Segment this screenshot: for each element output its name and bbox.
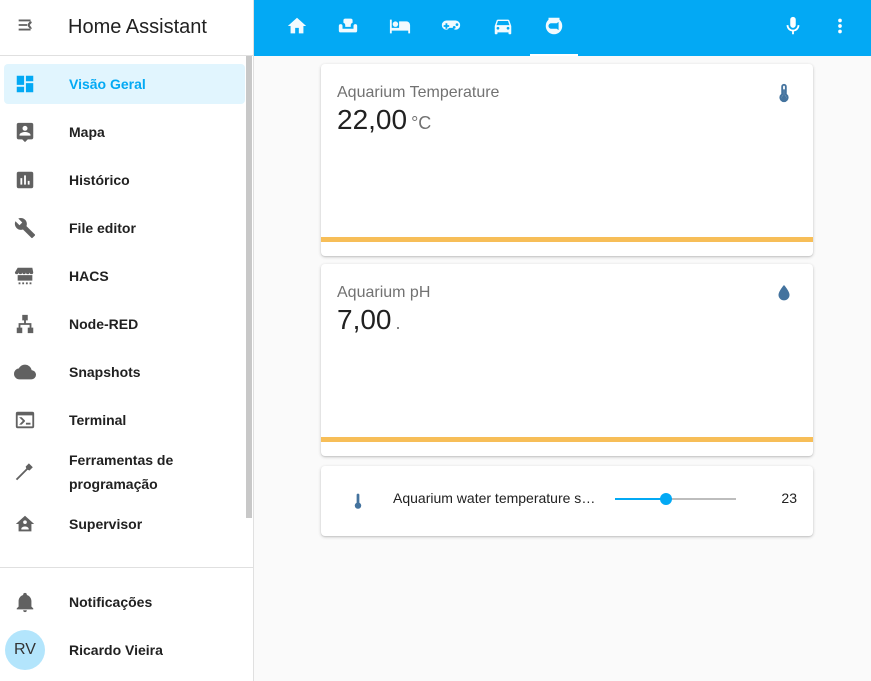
sidebar-item-label: Mapa <box>69 124 105 140</box>
sidebar-item-hacs[interactable]: HACS <box>4 256 245 296</box>
card-value: 22,00 °C <box>337 104 431 136</box>
sidebar-item-node-red[interactable]: Node-RED <box>4 304 245 344</box>
sidebar-item-notifications[interactable]: Notificações <box>4 582 245 622</box>
sidebar-divider <box>0 567 253 568</box>
sidebar-item-label: Histórico <box>69 172 130 188</box>
graph-bar <box>321 237 813 242</box>
sofa-icon <box>337 15 359 42</box>
sidebar-item-profile[interactable]: RV Ricardo Vieira <box>4 630 245 670</box>
sensor-value: 22,00 <box>337 104 408 135</box>
sensor-card-ph[interactable]: Aquarium pH 7,00. <box>321 264 813 456</box>
hacs-store-icon <box>4 265 46 287</box>
sidebar-item-label: Ferramentas de programação <box>69 452 174 492</box>
setpoint-value: 23 <box>781 490 797 506</box>
terminal-icon <box>4 409 46 431</box>
wrench-icon <box>4 217 46 239</box>
card-value: 7,00. <box>337 304 401 336</box>
setpoint-card: Aquarium water temperature setpoint 23 <box>321 466 813 536</box>
hammer-icon <box>4 461 46 483</box>
tab-garage[interactable] <box>479 0 527 56</box>
tab-aquarium[interactable] <box>530 0 578 56</box>
sidebar-item-overview[interactable]: Visão Geral <box>4 64 245 104</box>
tab-bedroom[interactable] <box>376 0 424 56</box>
thermometer-icon <box>347 490 369 517</box>
sidebar-item-label: Node-RED <box>69 316 139 332</box>
sensor-unit: °C <box>411 113 432 133</box>
top-bar <box>254 0 871 56</box>
sensor-value: 7,00 <box>337 304 392 335</box>
tab-home[interactable] <box>273 0 321 56</box>
bed-icon <box>389 15 411 42</box>
sidebar-item-terminal[interactable]: Terminal <box>4 400 245 440</box>
sidebar-item-map[interactable]: Mapa <box>4 112 245 152</box>
supervisor-home-icon <box>4 513 46 535</box>
fishbowl-icon <box>543 15 565 42</box>
setpoint-label: Aquarium water temperature setpoint <box>393 490 598 506</box>
dashboard-icon <box>4 73 46 95</box>
home-icon <box>286 15 308 42</box>
sidebar-item-label: Visão Geral <box>69 76 146 92</box>
bell-icon <box>4 591 46 613</box>
gamepad-icon <box>440 15 462 42</box>
sidebar-item-label: HACS <box>69 268 109 284</box>
sitemap-icon <box>4 313 46 335</box>
sidebar-item-history[interactable]: Histórico <box>4 160 245 200</box>
menu-collapse-icon <box>15 14 37 41</box>
sidebar-item-label: File editor <box>69 220 136 236</box>
sensor-card-temperature[interactable]: Aquarium Temperature 22,00 °C <box>321 64 813 256</box>
sidebar-item-developer-tools[interactable]: Ferramentas de programação <box>4 448 245 496</box>
avatar: RV <box>5 630 45 670</box>
slider-track[interactable] <box>615 498 736 500</box>
sidebar-item-supervisor[interactable]: Supervisor <box>4 504 245 544</box>
sidebar-item-label: Snapshots <box>69 364 141 380</box>
sidebar-item-file-editor[interactable]: File editor <box>4 208 245 248</box>
history-chart-icon <box>4 169 46 191</box>
app-title: Home Assistant <box>68 16 207 38</box>
water-drop-icon <box>773 282 795 309</box>
tab-living-room[interactable] <box>324 0 372 56</box>
more-vertical-icon <box>829 15 851 42</box>
microphone-icon <box>782 15 804 42</box>
car-icon <box>492 15 514 42</box>
sidebar-header: Home Assistant <box>0 0 253 56</box>
sidebar-scrollbar[interactable] <box>246 56 252 518</box>
tab-games[interactable] <box>427 0 475 56</box>
slider-thumb[interactable] <box>659 493 672 505</box>
card-title: Aquarium pH <box>337 284 431 301</box>
sidebar-item-label: Terminal <box>69 412 127 428</box>
more-options-button[interactable] <box>820 0 860 56</box>
sidebar-item-snapshots[interactable]: Snapshots <box>4 352 245 392</box>
sensor-unit: . <box>395 313 401 333</box>
card-title: Aquarium Temperature <box>337 84 500 101</box>
graph-bar <box>321 437 813 442</box>
sidebar: Home Assistant Visão Geral Mapa Históric… <box>0 0 254 681</box>
map-icon <box>4 121 46 143</box>
voice-command-button[interactable] <box>773 0 813 56</box>
sidebar-item-label: Supervisor <box>69 516 143 532</box>
menu-toggle-button[interactable] <box>0 0 52 56</box>
sidebar-item-label: Notificações <box>69 594 153 610</box>
user-name: Ricardo Vieira <box>69 642 163 658</box>
slider-fill <box>615 498 666 500</box>
thermometer-icon <box>773 82 795 109</box>
cloud-icon <box>4 361 46 383</box>
